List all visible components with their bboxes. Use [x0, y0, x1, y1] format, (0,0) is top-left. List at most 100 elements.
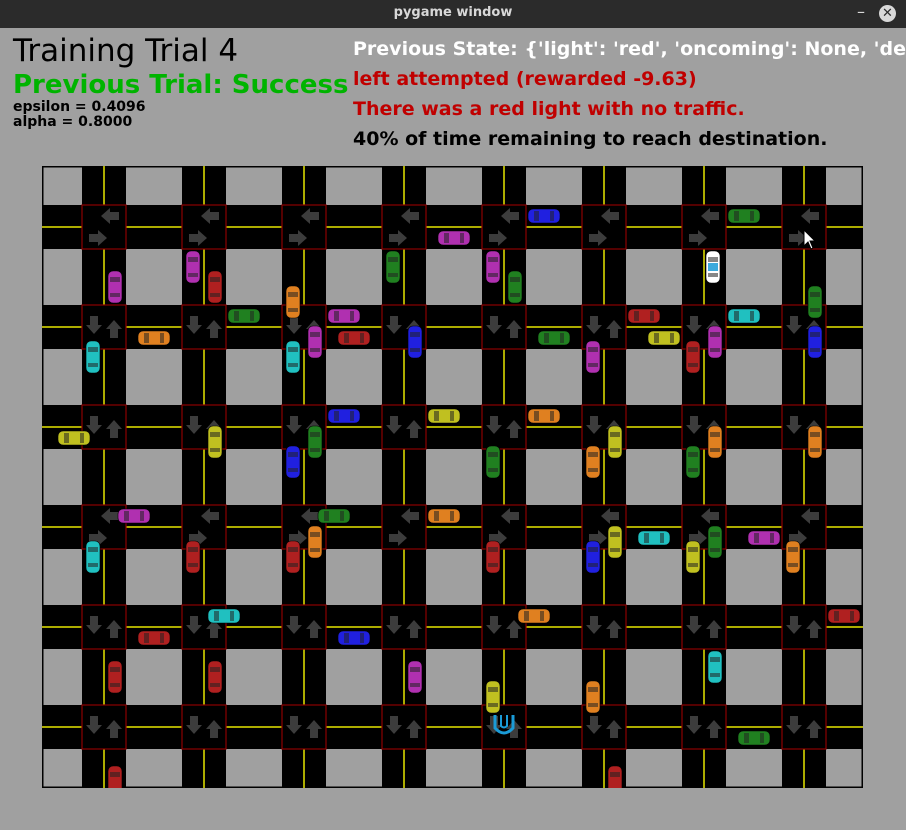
car-windshield — [124, 511, 129, 521]
intersection — [681, 204, 727, 250]
lane-lines-layer — [42, 166, 863, 788]
car-rear-window — [488, 468, 498, 472]
car-rear-window — [350, 411, 354, 421]
car-rear-window — [110, 293, 120, 297]
intersection — [481, 404, 527, 450]
car-body — [317, 508, 351, 524]
epsilon-value: epsilon = 0.4096 — [13, 99, 146, 115]
car-rear-window — [460, 233, 464, 243]
car-windshield — [324, 511, 329, 521]
car-windshield — [610, 432, 620, 437]
car-windshield — [610, 772, 620, 777]
car-body — [607, 525, 623, 559]
car-body — [827, 608, 861, 624]
car-windshield — [588, 687, 598, 692]
car-rear-window — [488, 273, 498, 277]
car-body — [585, 680, 601, 714]
car-windshield — [710, 332, 720, 337]
car — [185, 250, 201, 284]
car-windshield — [488, 687, 498, 692]
car-windshield — [214, 611, 219, 621]
car-windshield — [288, 452, 298, 457]
car-body — [747, 530, 781, 546]
car-rear-window — [708, 273, 718, 277]
car-rear-window — [750, 211, 754, 221]
car-rear-window — [710, 448, 720, 452]
car-windshield — [488, 452, 498, 457]
close-button[interactable]: ✕ — [879, 5, 896, 22]
intersection-box — [381, 204, 427, 250]
car-body — [607, 425, 623, 459]
intersection — [481, 304, 527, 350]
car-body — [627, 308, 661, 324]
car-windshield — [510, 277, 520, 282]
car-windshield — [754, 533, 759, 543]
car-windshield — [210, 667, 220, 672]
car-body — [207, 425, 223, 459]
minimize-button[interactable]: – — [852, 2, 870, 24]
car-rear-window — [688, 468, 698, 472]
car-windshield — [488, 547, 498, 552]
car-body — [727, 208, 761, 224]
car-windshield — [288, 347, 298, 352]
car — [747, 530, 781, 546]
car — [307, 525, 323, 559]
car-body — [107, 660, 123, 694]
previous-state-text: Previous State: {'light': 'red', 'oncomi… — [353, 38, 906, 60]
car-body — [517, 608, 551, 624]
car — [337, 630, 371, 646]
intersection — [781, 604, 827, 650]
car-body — [307, 325, 323, 359]
intersection — [281, 604, 327, 650]
car-body — [485, 540, 501, 574]
car-rear-window — [210, 293, 220, 297]
car-rear-window — [588, 563, 598, 567]
car-windshield — [334, 311, 339, 321]
car-windshield — [524, 611, 529, 621]
car-body — [285, 340, 301, 374]
intersection-box — [581, 204, 627, 250]
car-body — [807, 425, 823, 459]
car — [485, 445, 501, 479]
car-body — [637, 530, 671, 546]
car-rear-window — [710, 348, 720, 352]
car-windshield — [734, 211, 739, 221]
car-windshield — [88, 347, 98, 352]
car-rear-window — [360, 633, 364, 643]
car-body — [185, 250, 201, 284]
car — [707, 325, 723, 359]
car-body — [285, 445, 301, 479]
intersection — [181, 304, 227, 350]
car-windshield — [344, 633, 349, 643]
car-windshield — [744, 733, 749, 743]
car — [85, 340, 101, 374]
car — [607, 765, 623, 788]
car — [807, 325, 823, 359]
car-body — [707, 650, 723, 684]
intersection-box — [681, 204, 727, 250]
car — [607, 525, 623, 559]
car-rear-window — [550, 211, 554, 221]
car-body — [407, 660, 423, 694]
car — [485, 540, 501, 574]
car-windshield — [188, 257, 198, 262]
car-body — [485, 680, 501, 714]
car-windshield — [444, 233, 449, 243]
car — [727, 308, 761, 324]
car-body — [85, 540, 101, 574]
car-windshield — [310, 432, 320, 437]
car-rear-window — [660, 533, 664, 543]
intersection-box — [81, 204, 127, 250]
car-body — [285, 285, 301, 319]
car-windshield — [344, 333, 349, 343]
car-windshield — [588, 452, 598, 457]
car-rear-window — [310, 548, 320, 552]
car-rear-window — [810, 348, 820, 352]
car-body — [307, 525, 323, 559]
car-body — [337, 630, 371, 646]
car — [207, 425, 223, 459]
car-rear-window — [770, 533, 774, 543]
car-body — [185, 540, 201, 574]
agent-logo — [708, 263, 718, 271]
reason-text: There was a red light with no traffic. — [353, 98, 745, 120]
